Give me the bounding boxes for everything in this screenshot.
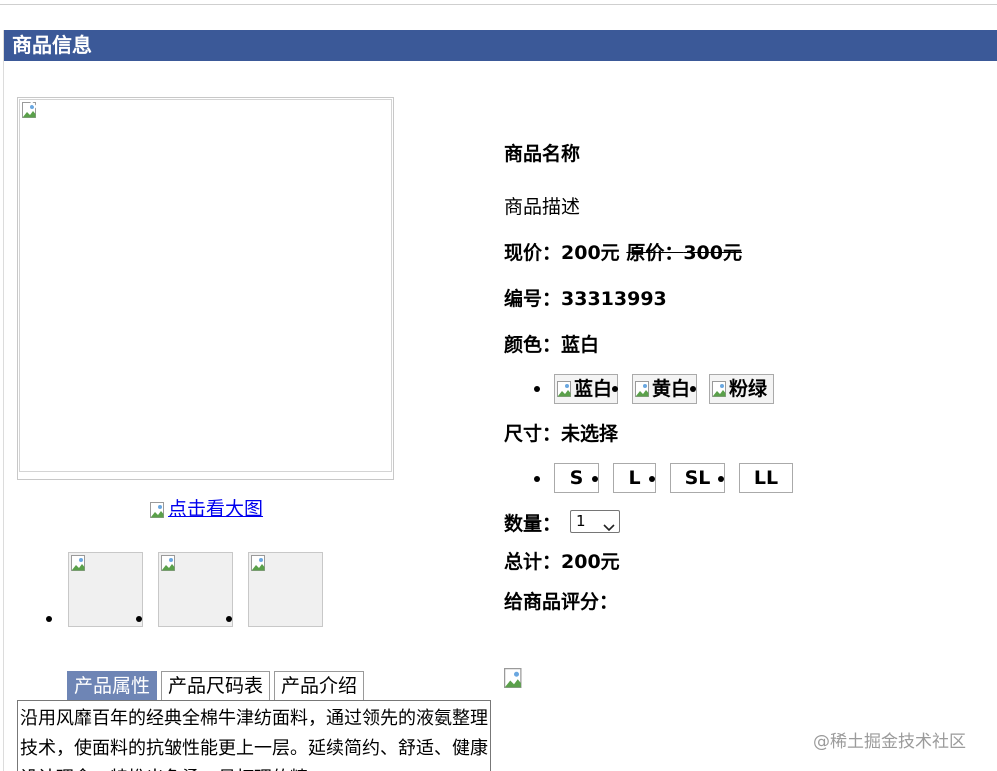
broken-image-icon [22, 102, 38, 118]
list-bullet [534, 386, 540, 392]
list-bullet [136, 616, 142, 622]
color-row: 颜色：蓝白 [504, 330, 599, 357]
main-image-frame [19, 99, 392, 472]
size-option-ll[interactable]: LL [739, 463, 793, 493]
size-option-sl[interactable]: SL [670, 463, 725, 493]
color-selected: 蓝白 [561, 334, 600, 356]
price-row: 现价：200元 原价：300元 [504, 238, 742, 265]
original-price: 原价：300元 [626, 242, 742, 264]
list-bullet [46, 616, 52, 622]
list-bullet [534, 476, 540, 482]
broken-image-icon [150, 502, 166, 518]
color-option-pink-green[interactable]: 粉绿 [709, 374, 774, 404]
broken-image-icon [712, 381, 728, 397]
rating-label: 给商品评分： [504, 591, 619, 613]
quantity-value: 1 [576, 512, 586, 530]
list-bullet [612, 386, 618, 392]
list-bullet [718, 476, 724, 482]
sku-row: 编号：33313993 [504, 284, 667, 311]
original-price-value: 300元 [683, 242, 742, 264]
thumbnail-3[interactable] [248, 552, 323, 627]
total-row: 总计：200元 [504, 547, 620, 574]
tab-introduction[interactable]: 产品介绍 [274, 671, 365, 701]
color-option-yellow-white[interactable]: 黄白 [632, 374, 697, 404]
sku-value: 33313993 [561, 288, 667, 310]
quantity-label: 数量： [504, 513, 562, 535]
list-bullet [592, 476, 598, 482]
broken-image-icon [71, 555, 87, 571]
thumbnail-2[interactable] [158, 552, 233, 627]
size-selected: 未选择 [561, 423, 619, 445]
thumbnail-1[interactable] [68, 552, 143, 627]
broken-image-icon [251, 555, 267, 571]
view-large-image-link[interactable]: 点击看大图 [150, 494, 263, 521]
size-label: 尺寸： [504, 423, 562, 445]
color-option-blue-white[interactable]: 蓝白 [554, 374, 618, 404]
total-label: 总计： [504, 551, 562, 573]
chevron-down-icon [603, 517, 615, 538]
original-price-label: 原价： [626, 242, 684, 264]
broken-image-icon [161, 555, 177, 571]
section-header: 商品信息 [4, 30, 997, 61]
tab-size-chart[interactable]: 产品尺码表 [161, 671, 271, 701]
left-divider [3, 30, 4, 771]
product-name: 商品名称 [504, 143, 581, 165]
color-label: 颜色： [504, 334, 562, 356]
list-bullet [226, 616, 232, 622]
color-option-label: 粉绿 [729, 378, 768, 400]
current-price-label: 现价： [504, 242, 562, 264]
top-divider [0, 4, 997, 5]
tab-content-description: 沿用风靡百年的经典全棉牛津纺面料，通过领先的液氨整理技术，使面料的抗皱性能更上一… [17, 700, 491, 771]
current-price: 200元 [561, 242, 620, 264]
total-value: 200元 [561, 551, 620, 573]
list-bullet [649, 476, 655, 482]
rating-broken-image-icon[interactable] [504, 668, 522, 688]
view-large-image-label: 点击看大图 [168, 498, 264, 520]
tab-attributes[interactable]: 产品属性 [67, 671, 158, 701]
product-description: 商品描述 [504, 196, 581, 218]
broken-image-icon [557, 381, 573, 397]
section-title: 商品信息 [12, 33, 92, 57]
sku-label: 编号： [504, 288, 562, 310]
main-product-image[interactable] [17, 97, 394, 480]
quantity-select[interactable]: 1 [570, 510, 620, 533]
color-option-label: 黄白 [652, 378, 691, 400]
broken-image-icon [635, 381, 651, 397]
list-bullet [690, 386, 696, 392]
page: 商品信息 点击看大图 产品属性 产品尺码表 产品介绍 沿用风靡百年的经典全棉牛津… [0, 0, 997, 771]
description-text: 沿用风靡百年的经典全棉牛津纺面料，通过领先的液氨整理技术，使面料的抗皱性能更上一… [20, 708, 488, 771]
watermark: @稀土掘金技术社区 [813, 732, 966, 752]
color-option-label: 蓝白 [574, 378, 613, 400]
size-row: 尺寸：未选择 [504, 419, 618, 446]
product-tabs: 产品属性 产品尺码表 产品介绍 [67, 671, 365, 701]
